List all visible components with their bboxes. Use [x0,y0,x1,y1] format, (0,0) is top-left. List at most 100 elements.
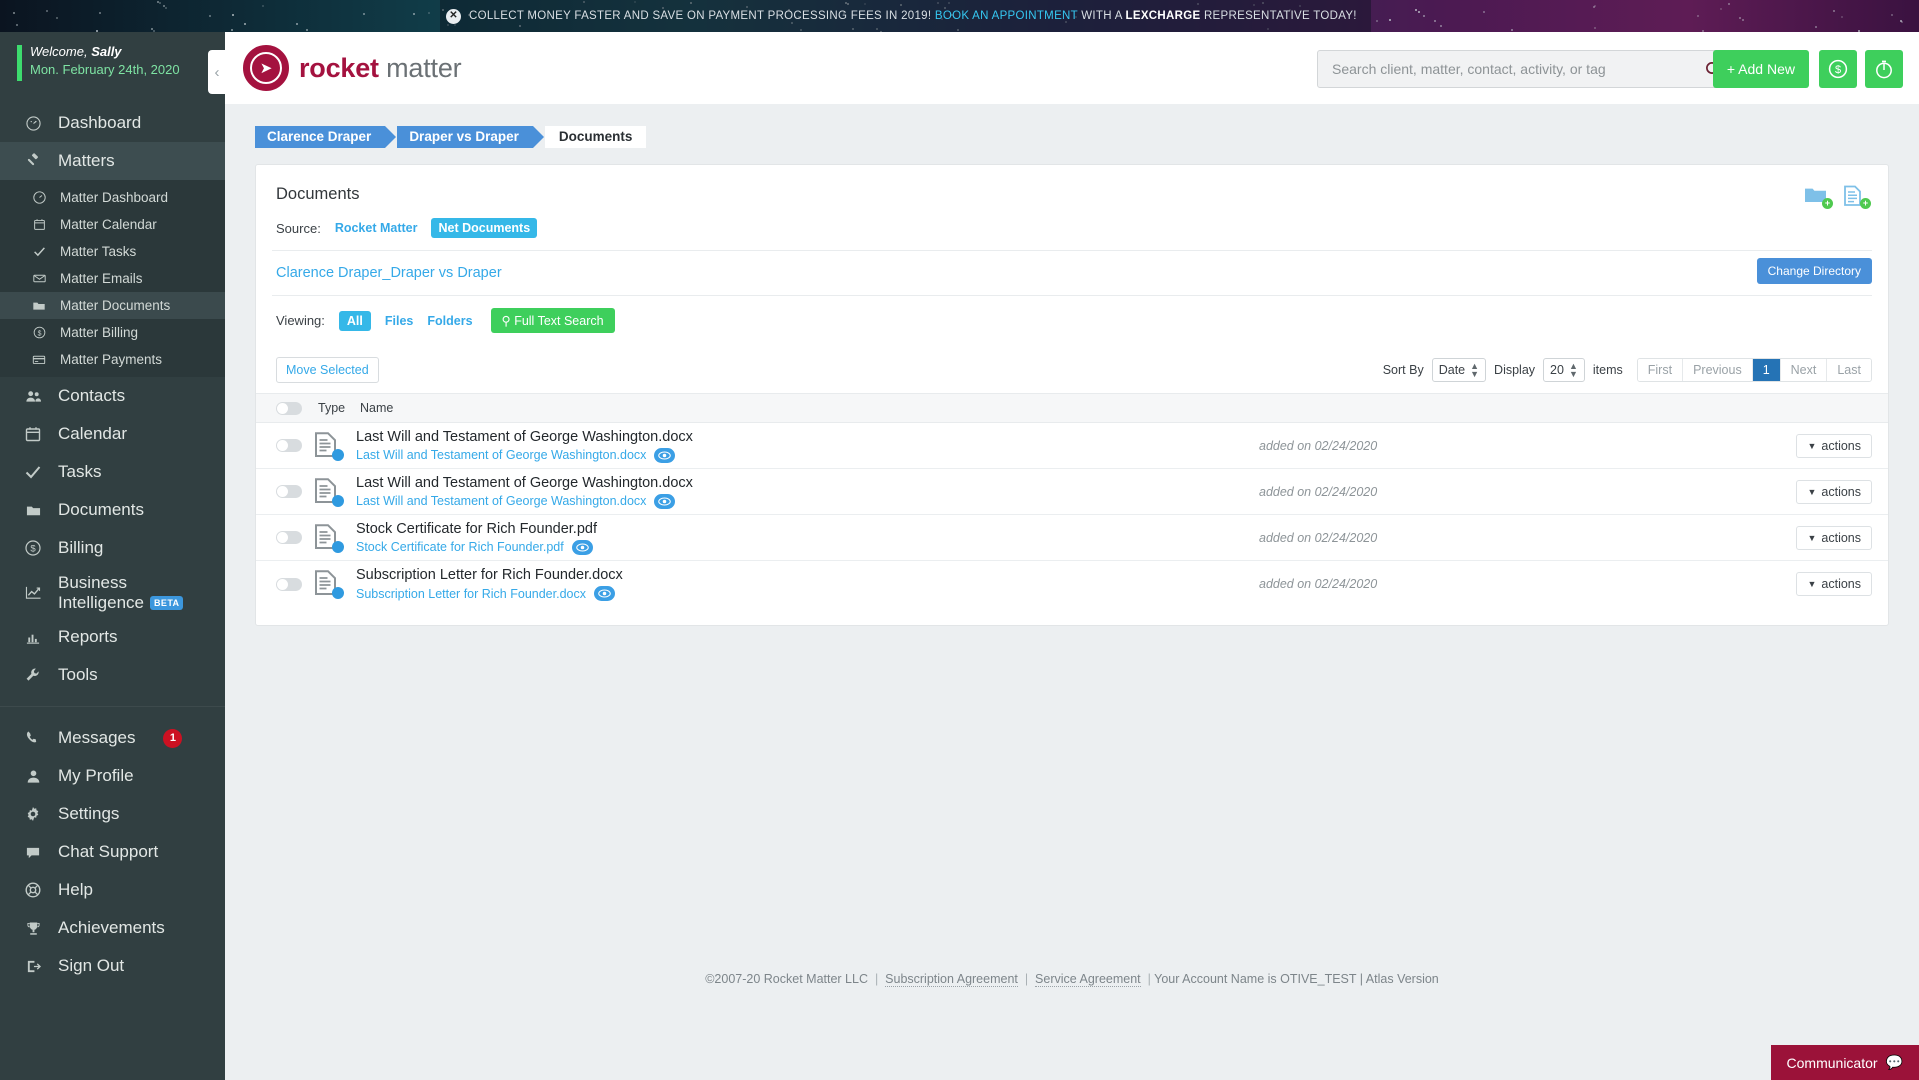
move-selected-button[interactable]: Move Selected [276,357,379,383]
sidebar-item-documents[interactable]: Documents [0,491,225,529]
sidebar-item-matter-tasks[interactable]: Matter Tasks [0,238,225,265]
eye-icon[interactable] [654,493,676,509]
dollar-circle-icon[interactable]: $ [1819,50,1857,88]
sidebar-item-matter-payments[interactable]: Matter Payments [0,346,225,373]
viewing-option-folders[interactable]: Folders [427,314,472,328]
folder-plus-icon[interactable]: + [1804,185,1833,209]
document-file-link[interactable]: Subscription Letter for Rich Founder.doc… [356,587,586,601]
row-select-toggle[interactable] [276,577,302,591]
document-file-link[interactable]: Last Will and Testament of George Washin… [356,494,646,508]
status-dot [332,587,344,599]
service-agreement-link[interactable]: Service Agreement [1035,972,1141,987]
eye-icon[interactable] [593,586,615,601]
sidebar-item-billing[interactable]: $ Billing [0,529,225,567]
display-count-select[interactable]: 20 ▲ ▼ [1543,357,1585,383]
sidebar-item-label: Help [58,880,93,900]
table-row[interactable]: Subscription Letter for Rich Founder.doc… [256,561,1888,607]
directory-row: Clarence Draper_Draper vs Draper Change … [256,251,1888,295]
close-icon[interactable]: ✕ [446,8,461,24]
sidebar-item-label: Matter Documents [60,298,171,313]
sort-by-select[interactable]: Date ▲ ▼ [1431,357,1487,383]
page-buttons: First Previous 1 Next Last [1636,358,1872,382]
subscription-agreement-link[interactable]: Subscription Agreement [885,972,1018,987]
search-icon: ⚲ [501,314,511,328]
status-dot [332,494,344,507]
page-title: Documents [276,185,360,203]
table-row[interactable]: Stock Certificate for Rich Founder.pdf S… [256,515,1888,561]
sidebar-item-chat-support[interactable]: Chat Support [0,833,225,871]
sidebar-item-reports[interactable]: Reports [0,618,225,656]
document-plus-icon[interactable]: + [1842,185,1871,209]
sidebar-item-my-profile[interactable]: My Profile [0,757,225,795]
global-search[interactable] [1317,50,1755,88]
viewing-label: Viewing: [276,313,325,328]
row-select-toggle[interactable] [276,485,302,498]
directory-path-link[interactable]: Clarence Draper_Draper vs Draper [276,265,502,281]
select-all-toggle[interactable] [276,401,302,415]
search-input[interactable] [1332,61,1699,77]
documents-table-body: Last Will and Testament of George Washin… [256,423,1888,607]
sidebar-item-dashboard[interactable]: Dashboard [0,104,225,142]
sidebar-item-matter-emails[interactable]: Matter Emails [0,265,225,292]
add-new-button[interactable]: + Add New [1712,50,1809,88]
sidebar-item-matter-calendar[interactable]: Matter Calendar [0,211,225,238]
promo-book-appointment-link[interactable]: BOOK AN APPOINTMENT [935,10,1078,22]
page-previous-button[interactable]: Previous [1683,359,1753,381]
sidebar-item-matters[interactable]: Matters [0,142,225,180]
sidebar-item-business-intelligence[interactable]: Business Intelligence BETA [0,567,225,618]
row-actions-button[interactable]: ▼ actions [1796,479,1872,504]
actions-label: actions [1821,484,1861,499]
viewing-option-files[interactable]: Files [385,314,414,328]
source-option-net-documents[interactable]: Net Documents [431,218,538,238]
communicator-widget[interactable]: Communicator 💬 [1770,1045,1919,1080]
sidebar-item-label: Billing [58,538,104,557]
row-actions-button[interactable]: ▼ actions [1796,572,1872,596]
row-actions-button[interactable]: ▼ actions [1796,433,1872,458]
sidebar-item-matter-dashboard[interactable]: Matter Dashboard [0,184,225,211]
stopwatch-icon[interactable] [1865,50,1903,88]
welcome-user-name: Sally [91,44,122,59]
document-file-link[interactable]: Stock Certificate for Rich Founder.pdf [356,540,564,554]
viewing-option-all[interactable]: All [338,310,371,331]
change-directory-button[interactable]: Change Directory [1756,258,1872,284]
row-select-toggle[interactable] [276,531,302,544]
rocket-icon: ➤ [243,45,289,91]
row-select-toggle[interactable] [276,439,302,452]
sidebar-item-sign-out[interactable]: Sign Out [0,947,225,985]
breadcrumb-item-matter[interactable]: Draper vs Draper [397,126,544,148]
sidebar-item-matter-billing[interactable]: $ Matter Billing [0,319,225,346]
eye-icon[interactable] [571,539,593,555]
sidebar-item-tasks[interactable]: Tasks [0,453,225,491]
chevron-down-icon: ▼ [1807,486,1817,497]
sidebar-item-achievements[interactable]: Achievements [0,909,225,947]
document-file-link[interactable]: Last Will and Testament of George Washin… [356,448,646,462]
footer-separator: | [1144,972,1151,986]
sort-by-label: Sort By [1382,363,1424,377]
sidebar-item-label: Matter Payments [60,352,163,367]
sidebar-item-calendar[interactable]: Calendar [0,415,225,453]
row-actions-button[interactable]: ▼ actions [1796,525,1872,550]
chevron-left-icon[interactable]: ‹ [208,50,226,94]
table-row[interactable]: Last Will and Testament of George Washin… [256,423,1888,469]
check-icon [30,245,48,258]
page-next-button[interactable]: Next [1780,359,1828,381]
page-number-1[interactable]: 1 [1752,359,1781,381]
sidebar-item-settings[interactable]: Settings [0,795,225,833]
sidebar-item-tools[interactable]: Tools [0,656,225,694]
full-text-search-button[interactable]: ⚲ Full Text Search [490,308,615,333]
sidebar-item-messages[interactable]: Messages 1 [0,719,225,757]
sidebar-item-label: Tasks [58,462,102,481]
sidebar-item-contacts[interactable]: Contacts [0,377,225,415]
page-first-button[interactable]: First [1637,359,1684,381]
source-option-rocket-matter[interactable]: Rocket Matter [335,221,418,235]
table-row[interactable]: Last Will and Testament of George Washin… [256,469,1888,515]
app-logo[interactable]: ➤ rocket matter [243,45,462,91]
sidebar-divider [0,706,225,708]
communicator-label: Communicator [1786,1054,1878,1071]
sidebar-item-help[interactable]: Help [0,871,225,909]
page-last-button[interactable]: Last [1827,359,1871,381]
sidebar-item-label: Settings [58,804,120,824]
eye-icon[interactable] [654,447,676,463]
breadcrumb-item-client[interactable]: Clarence Draper [255,126,397,148]
sidebar-item-matter-documents[interactable]: Matter Documents [0,292,225,319]
